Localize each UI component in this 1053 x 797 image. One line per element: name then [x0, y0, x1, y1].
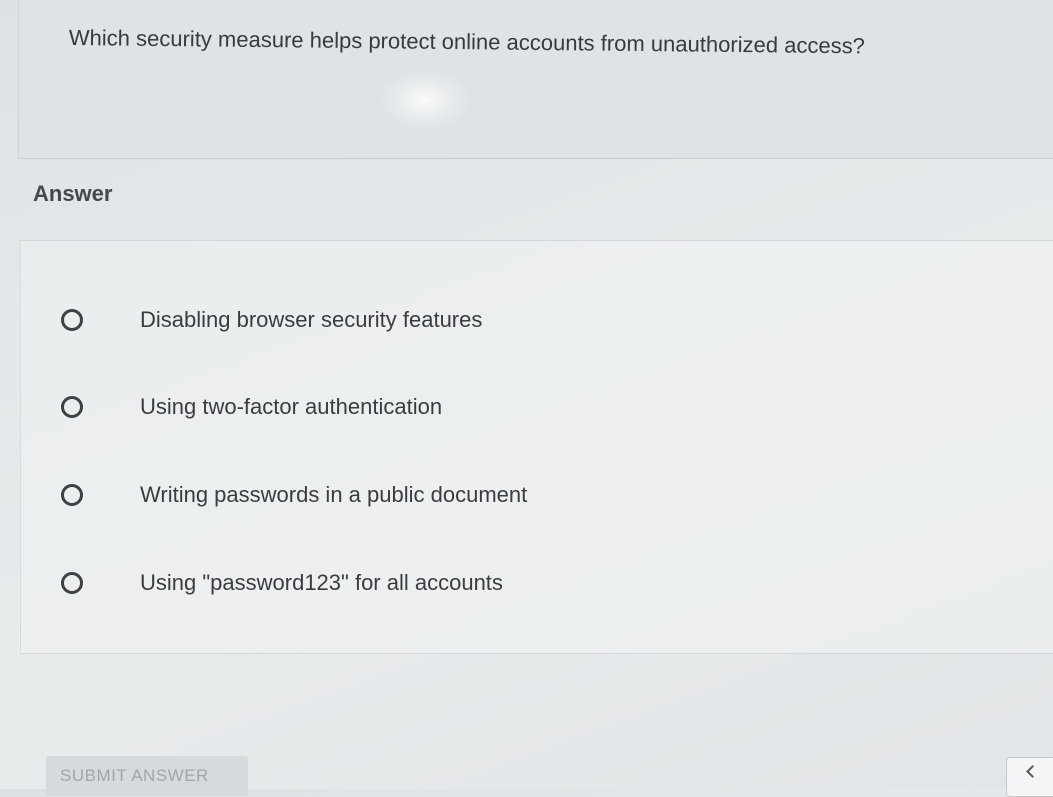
question-card: Which security measure helps protect onl… [18, 0, 1053, 159]
option-label: Writing passwords in a public document [140, 482, 528, 507]
radio-button-icon[interactable] [61, 572, 83, 594]
chevron-left-icon [1025, 765, 1039, 778]
answer-option-4[interactable]: Using "password123" for all accounts [61, 563, 503, 603]
radio-button-icon[interactable] [61, 309, 83, 331]
side-panel-toggle[interactable] [1006, 757, 1053, 797]
answer-options-panel: Disabling browser security features Usin… [20, 240, 1053, 654]
submit-answer-button[interactable]: SUBMIT ANSWER [46, 756, 248, 796]
option-label: Disabling browser security features [140, 307, 483, 332]
answer-heading: Answer [33, 181, 113, 206]
answer-option-2[interactable]: Using two-factor authentication [61, 387, 442, 427]
answer-option-1[interactable]: Disabling browser security features [61, 300, 482, 340]
option-label: Using two-factor authentication [140, 394, 443, 419]
question-text: Which security measure helps protect onl… [68, 24, 866, 59]
answer-option-3[interactable]: Writing passwords in a public document [61, 475, 527, 515]
radio-button-icon[interactable] [61, 396, 83, 418]
radio-button-icon[interactable] [61, 484, 83, 506]
option-label: Using "password123" for all accounts [140, 570, 503, 595]
